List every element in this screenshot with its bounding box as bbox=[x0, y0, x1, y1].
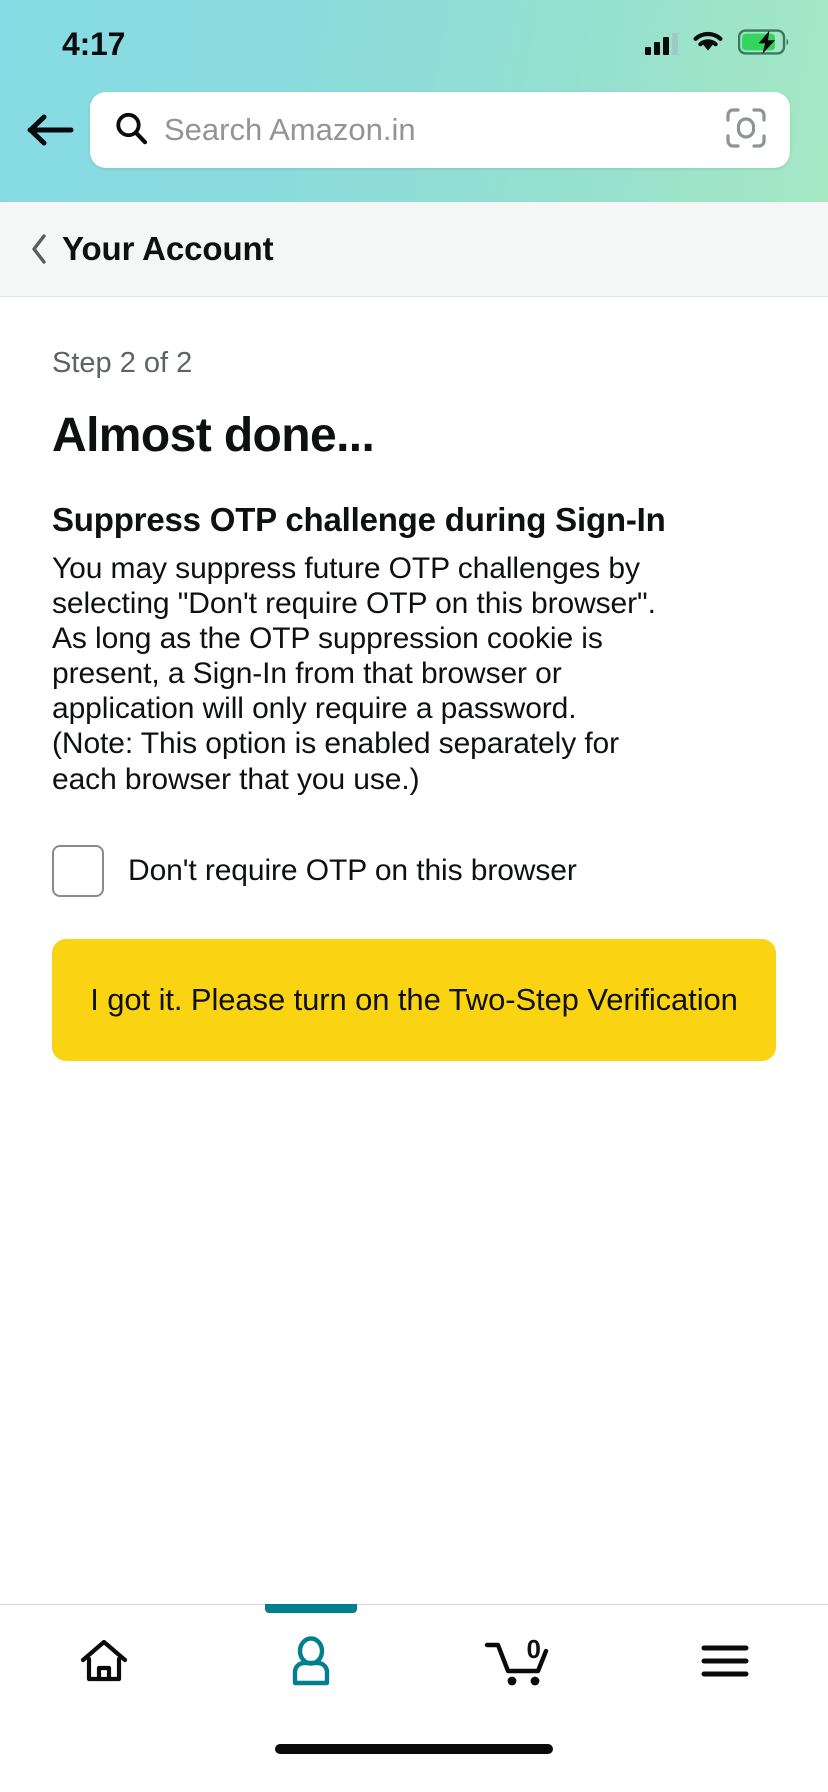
shopping-cart-icon: 0 bbox=[483, 1634, 553, 1690]
hamburger-menu-icon bbox=[699, 1640, 751, 1687]
cart-item-count: 0 bbox=[526, 1633, 541, 1664]
main-content: Step 2 of 2 Almost done... Suppress OTP … bbox=[0, 297, 828, 1604]
nav-item-account[interactable] bbox=[207, 1604, 414, 1722]
search-input[interactable]: Search Amazon.in bbox=[164, 112, 708, 148]
status-bar-time: 4:17 bbox=[62, 25, 126, 62]
suppress-otp-checkbox-row[interactable]: Don't require OTP on this browser bbox=[52, 844, 776, 897]
turn-on-two-step-verification-button[interactable]: I got it. Please turn on the Two-Step Ve… bbox=[52, 938, 776, 1061]
cellular-signal-icon bbox=[645, 33, 678, 55]
nav-item-menu[interactable] bbox=[621, 1605, 828, 1722]
suppress-otp-checkbox[interactable] bbox=[52, 844, 104, 897]
search-row: Search Amazon.in bbox=[0, 70, 828, 190]
app-header: 4:17 Search Amazon.in bbox=[0, 0, 828, 202]
chevron-left-icon[interactable] bbox=[30, 233, 48, 265]
bottom-navigation-bar: 0 bbox=[0, 1604, 828, 1722]
camera-scan-icon[interactable] bbox=[724, 106, 768, 155]
step-indicator: Step 2 of 2 bbox=[52, 347, 193, 379]
battery-charging-icon bbox=[737, 28, 790, 60]
search-icon bbox=[114, 111, 148, 150]
wifi-icon bbox=[691, 29, 725, 59]
home-indicator-area bbox=[0, 1722, 828, 1792]
active-tab-indicator bbox=[264, 1604, 357, 1613]
suppress-otp-checkbox-label[interactable]: Don't require OTP on this browser bbox=[128, 854, 577, 888]
nav-item-cart[interactable]: 0 bbox=[414, 1605, 621, 1722]
breadcrumb-title: Your Account bbox=[62, 230, 274, 267]
page-title: Almost done... bbox=[52, 409, 375, 462]
search-bar[interactable]: Search Amazon.in bbox=[90, 92, 790, 168]
section-title: Suppress OTP challenge during Sign-In bbox=[52, 501, 666, 538]
status-bar: 4:17 bbox=[0, 0, 828, 70]
section-body: You may suppress future OTP challenges b… bbox=[52, 552, 656, 796]
status-bar-icons bbox=[645, 28, 790, 60]
nav-item-home[interactable] bbox=[0, 1605, 207, 1722]
person-icon bbox=[288, 1636, 334, 1691]
breadcrumb-bar[interactable]: Your Account bbox=[0, 202, 828, 297]
home-icon bbox=[78, 1637, 130, 1690]
back-arrow-icon[interactable] bbox=[22, 101, 80, 159]
app-root: 4:17 Search Amazon.in Your Account Step … bbox=[0, 0, 828, 1792]
home-indicator[interactable] bbox=[275, 1744, 553, 1754]
